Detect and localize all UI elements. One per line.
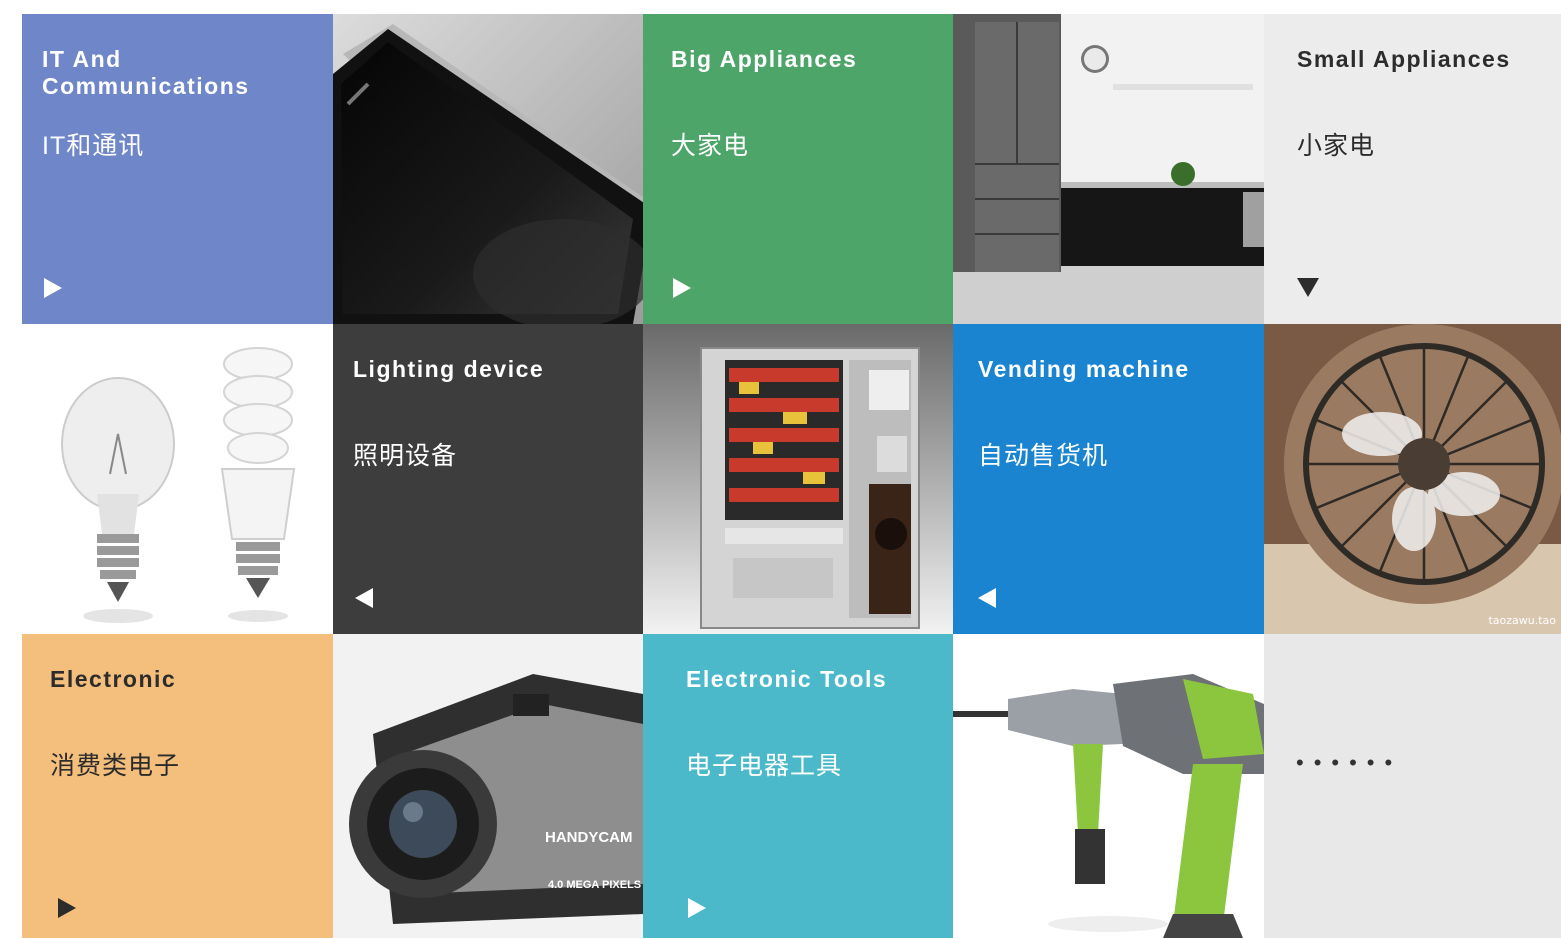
tile-subtitle: 电子电器工具 [686,752,843,780]
tile-title: Electronic Tools [686,666,888,692]
tile-subtitle: 消费类电子 [50,752,181,780]
tile-vending-machine[interactable]: Vending machine 自动售货机 [953,324,1264,634]
vending-machine-image [643,324,953,634]
arrow-right-icon[interactable] [58,898,76,918]
tile-it-communications[interactable]: IT And Communications IT和通讯 [22,14,333,324]
arrow-down-icon[interactable] [1297,278,1319,297]
tile-title: Big Appliances [671,46,858,72]
tile-title: Electronic [50,666,177,692]
tile-title: Lighting device [353,356,545,382]
tile-title: Small Appliances [1297,46,1511,72]
arrow-left-icon[interactable] [355,588,373,608]
tile-small-appliances[interactable]: Small Appliances 小家电 [1264,14,1561,324]
watermark: taozawu.tao [1488,614,1556,627]
more-dots[interactable]: •••••• [1296,750,1402,776]
arrow-left-icon[interactable] [978,588,996,608]
tile-subtitle: 大家电 [671,132,750,160]
category-grid: IT And Communications IT和通讯 Big Applianc… [22,14,1561,938]
tile-title: Vending machine [978,356,1190,382]
light-bulbs-image [22,324,333,634]
arrow-right-icon[interactable] [688,898,706,918]
power-drill-image [953,634,1264,938]
tile-title: IT And Communications [42,46,250,99]
tile-more[interactable]: •••••• [1264,634,1561,938]
tile-subtitle: 小家电 [1297,132,1376,160]
smartphone-image [333,14,643,324]
camcorder-brand-text: HANDYCAM [545,829,633,846]
tile-subtitle: 自动售货机 [978,442,1109,470]
tile-subtitle: 照明设备 [353,442,458,470]
tile-electronic[interactable]: Electronic 消费类电子 [22,634,333,938]
tile-big-appliances[interactable]: Big Appliances 大家电 [643,14,953,324]
kitchen-image [953,14,1264,324]
camcorder-image: HANDYCAM 4.0 MEGA PIXELS [333,634,643,938]
desk-fan-image: taozawu.tao [1264,324,1561,634]
arrow-right-icon[interactable] [44,278,62,298]
tile-electronic-tools[interactable]: Electronic Tools 电子电器工具 [643,634,953,938]
arrow-right-icon[interactable] [673,278,691,298]
tile-lighting-device[interactable]: Lighting device 照明设备 [333,324,643,634]
camcorder-spec-text: 4.0 MEGA PIXELS [548,879,641,891]
tile-subtitle: IT和通讯 [42,132,145,160]
